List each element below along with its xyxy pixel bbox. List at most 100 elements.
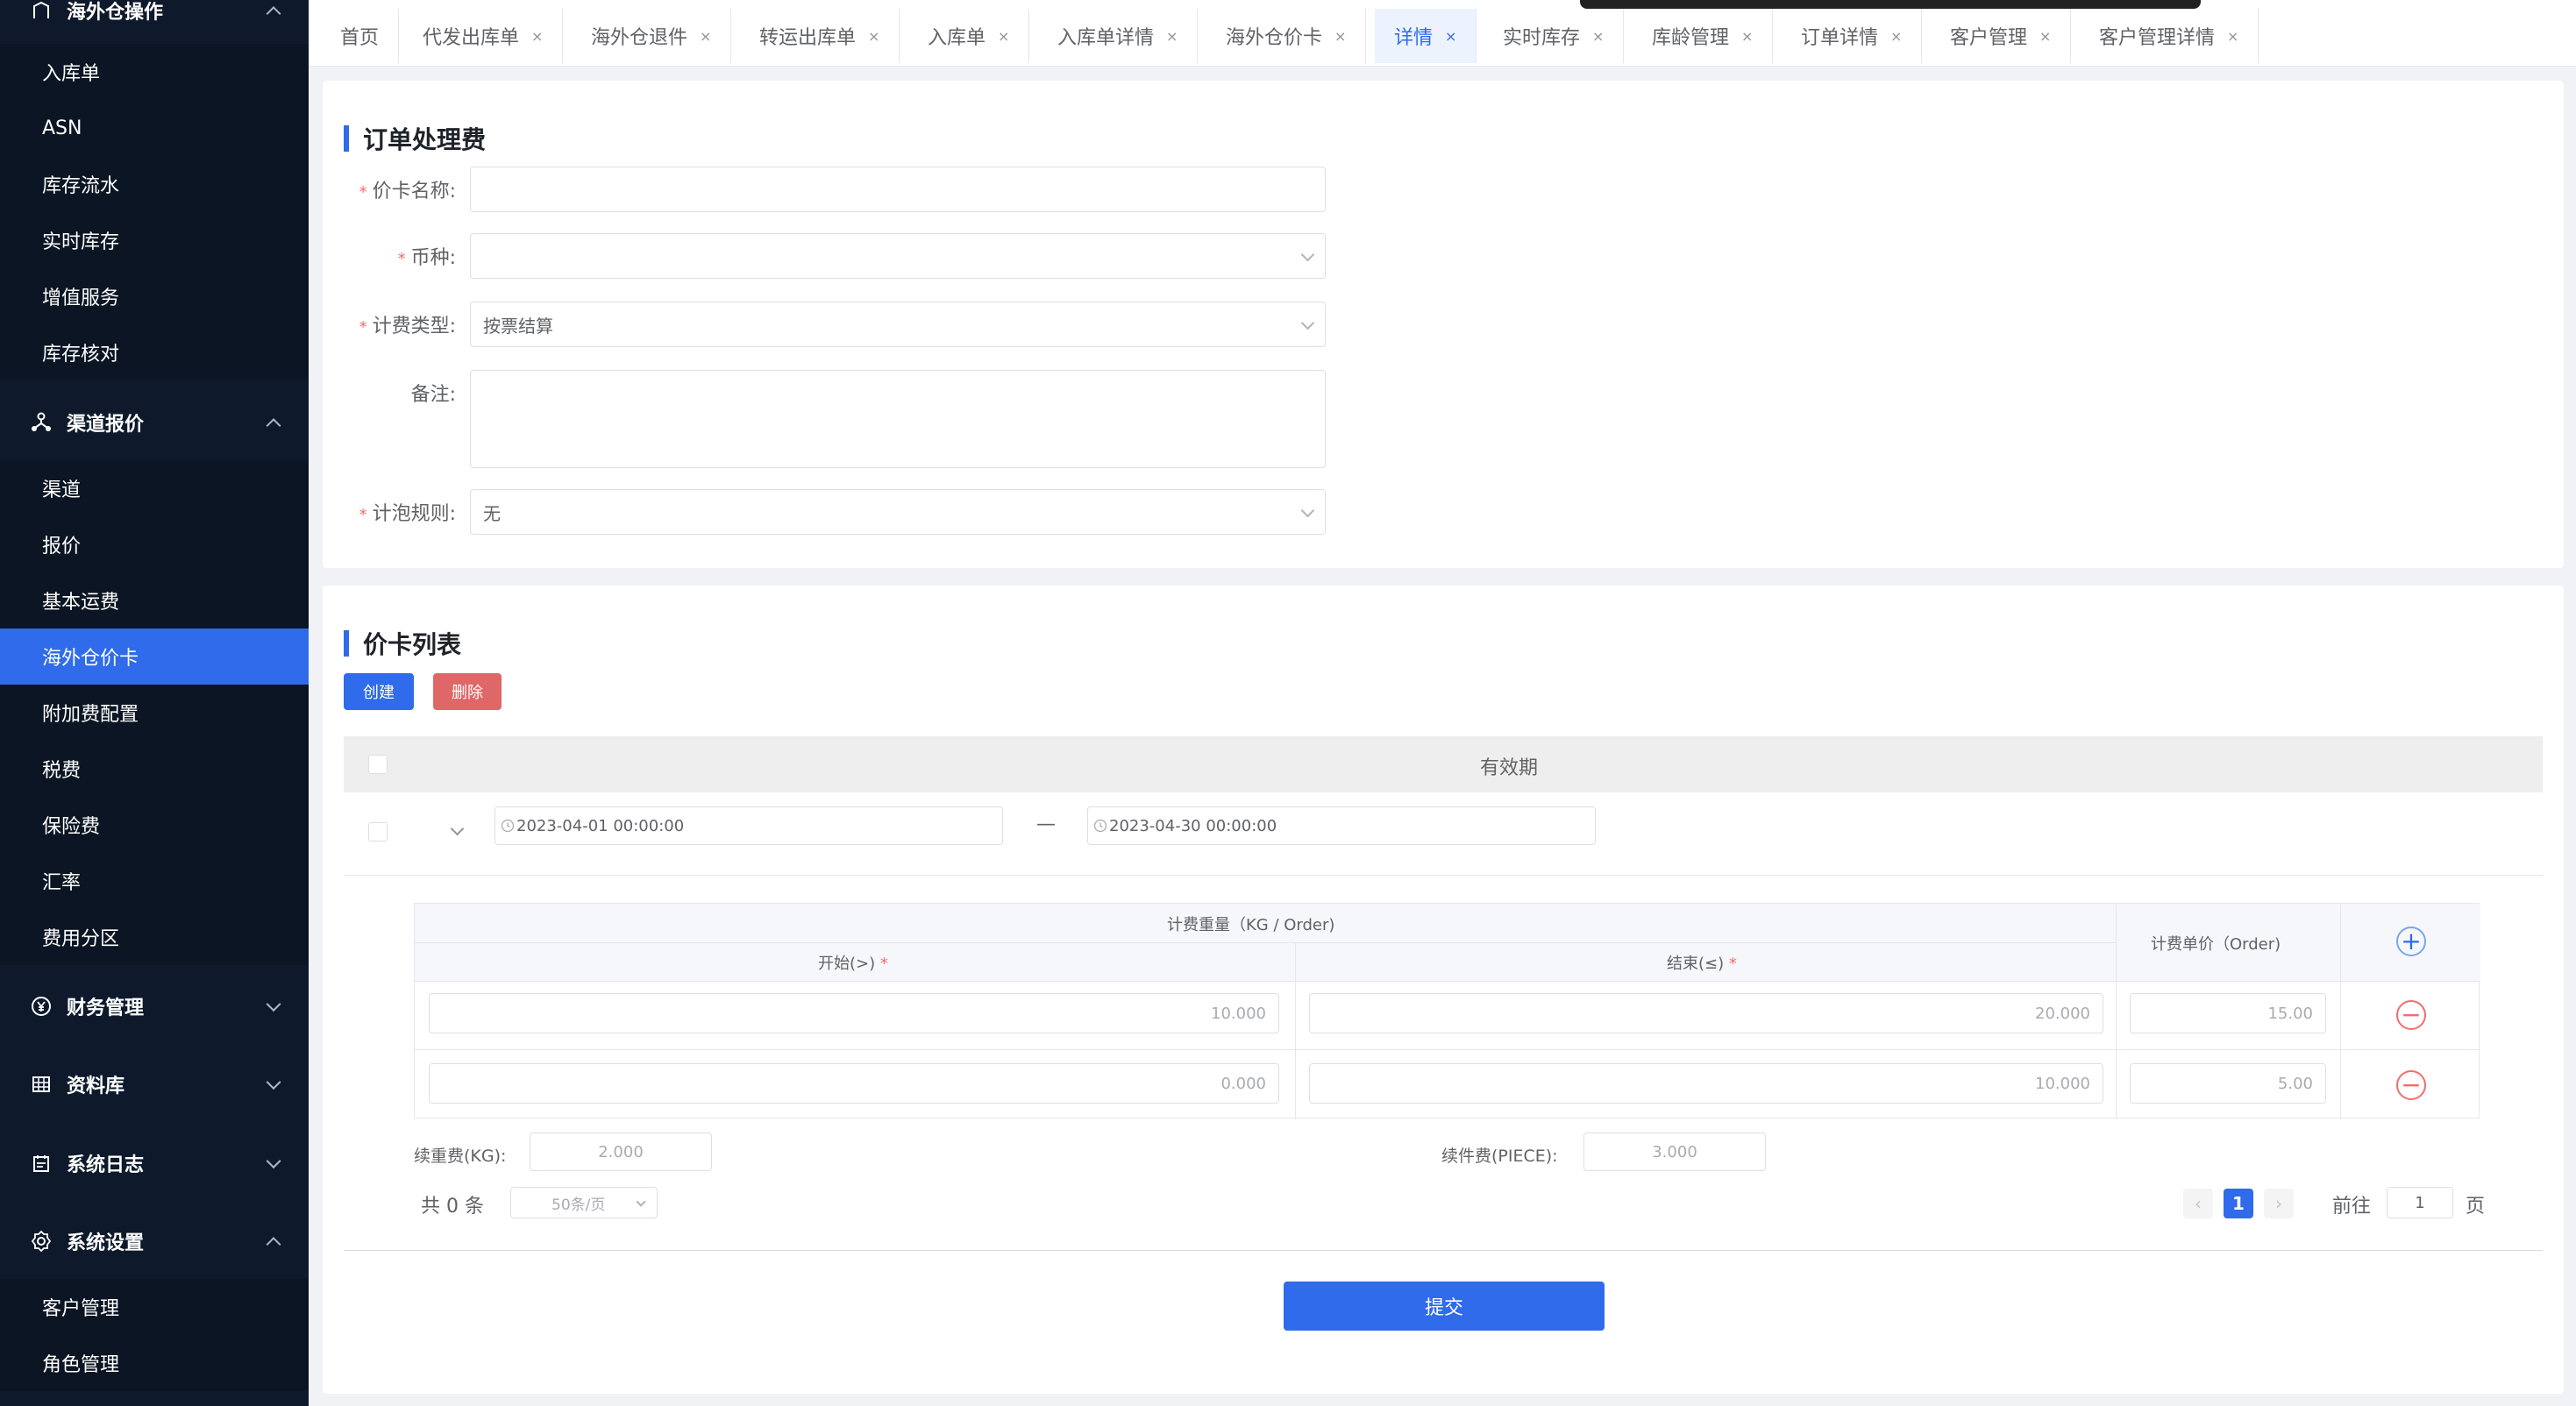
sidebar-item-stock-check[interactable]: 库存核对 [0,324,309,380]
bubble-rule-select[interactable]: 无 [470,489,1326,535]
tab-customer-detail[interactable]: 客户管理详情 × [2080,9,2259,63]
gear-icon [28,1228,54,1254]
tab-customer-mgmt[interactable]: 客户管理 × [1931,9,2072,63]
close-icon[interactable]: × [1166,28,1178,45]
close-icon[interactable]: × [1334,28,1346,45]
close-icon[interactable]: × [531,28,543,45]
menu-group-settings[interactable]: 系统设置 [0,1206,309,1276]
close-icon[interactable]: × [868,28,879,45]
sidebar-item-fee-zone[interactable]: 费用分区 [0,909,309,965]
sidebar-item-quote[interactable]: 报价 [0,516,309,572]
continue-weight-input[interactable]: 2.000 [530,1133,712,1171]
menu-group-overseas-ops[interactable]: 海外仓操作 [0,0,309,46]
network-icon [28,409,54,436]
close-icon[interactable]: × [1445,28,1456,45]
row-checkbox[interactable] [368,822,388,841]
sidebar-item-inbound[interactable]: 入库单 [0,44,309,100]
grid-icon [28,1071,54,1097]
chevron-down-icon [1300,247,1315,262]
overlay-shadow [1580,0,2201,9]
sidebar-item-asn[interactable]: ASN [0,100,309,156]
chevron-down-icon [266,1075,281,1090]
unit-price-input[interactable]: 15.00 [2130,993,2326,1033]
sidebar-item-realtime-stock[interactable]: 实时库存 [0,212,309,268]
sidebar-item-stock-flow[interactable]: 库存流水 [0,156,309,212]
table-header: 有效期 [344,736,2543,792]
unit-price-input[interactable]: 5.00 [2130,1063,2326,1104]
prev-page-button[interactable]: ‹ [2183,1189,2213,1218]
range-start-input[interactable]: 10.000 [429,993,1279,1033]
tab-stock-age[interactable]: 库龄管理 × [1633,9,1774,63]
page-number-button[interactable]: 1 [2224,1189,2253,1218]
remove-row-icon[interactable]: − [2396,1000,2426,1030]
tab-dropship-outbound[interactable]: 代发出库单 × [403,9,564,63]
sidebar-item-value-added[interactable]: 增值服务 [0,268,309,324]
close-icon[interactable]: × [700,28,711,45]
sidebar-item-base-freight[interactable]: 基本运费 [0,572,309,628]
sidebar-item-exchange-rate[interactable]: 汇率 [0,853,309,909]
tab-detail[interactable]: 详情 × [1375,9,1477,63]
menu-group-channel-quote[interactable]: 渠道报价 [0,387,309,458]
end-date-input[interactable]: 2023-04-30 00:00:00 [1087,806,1596,845]
sidebar-item-channel[interactable]: 渠道 [0,460,309,516]
billing-type-label: * 计费类型: [359,316,456,337]
chevron-down-icon [266,997,281,1012]
range-start-input[interactable]: 0.000 [429,1063,1279,1104]
menu-group-label: 资料库 [67,1076,125,1097]
add-row-icon[interactable]: + [2396,927,2426,956]
sidebar-item-customer-mgmt[interactable]: 客户管理 [0,1279,309,1335]
chevron-up-icon [266,6,281,22]
next-page-button[interactable]: › [2264,1189,2294,1218]
close-icon[interactable]: × [2227,28,2238,45]
goto-page-input[interactable]: 1 [2387,1187,2453,1218]
tab-bar: 首页 代发出库单 × 海外仓退件 × 转运出库单 × 入库单 × 入库单详情 × 海外仓价… [309,0,2576,67]
total-count: 共 0 条 [421,1196,484,1218]
close-icon[interactable]: × [1592,28,1604,45]
range-end-input[interactable]: 20.000 [1309,993,2103,1033]
bubble-rule-label: * 计泡规则: [359,503,456,525]
menu-group-finance[interactable]: 财务管理 [0,971,309,1041]
tab-home[interactable]: 首页 [321,9,400,63]
log-icon [28,1150,54,1176]
tab-overseas-price-card[interactable]: 海外仓价卡 × [1206,9,1367,63]
close-icon[interactable]: × [1890,28,1902,45]
remark-textarea[interactable] [470,370,1326,468]
start-date-input[interactable]: 2023-04-01 00:00:00 [495,806,1003,845]
chevron-down-icon [1300,503,1315,518]
unit-price-header: 计费单价（Order) [2151,935,2281,954]
validity-header: 有效期 [1480,757,1539,779]
create-button[interactable]: 创建 [344,673,414,710]
menu-group-syslog[interactable]: 系统日志 [0,1128,309,1198]
sidebar-item-tax[interactable]: 税费 [0,741,309,797]
page-size-select[interactable]: 50条/页 [510,1187,658,1218]
tab-order-detail[interactable]: 订单详情 × [1782,9,1923,63]
goto-label: 前往 [2332,1196,2372,1218]
billing-type-select[interactable]: 按票结算 [470,302,1326,347]
menu-group-label: 系统日志 [67,1154,145,1176]
menu-group-label: 渠道报价 [67,414,145,436]
menu-group-library[interactable]: 资料库 [0,1049,309,1119]
expand-icon[interactable] [450,821,465,836]
delete-button[interactable]: 删除 [433,673,502,710]
close-icon[interactable]: × [998,28,1009,45]
tab-transfer-outbound[interactable]: 转运出库单 × [740,9,900,63]
order-fee-form-panel: 订单处理费 * 价卡名称: * 币种: * 计费类型: 按票结算 备注: * 计泡规则:… [323,81,2564,568]
continue-piece-input[interactable]: 3.000 [1583,1133,1766,1171]
close-icon[interactable]: × [2039,28,2051,45]
range-end-input[interactable]: 10.000 [1309,1063,2103,1104]
tab-realtime-stock[interactable]: 实时库存 × [1484,9,1625,63]
tab-overseas-return[interactable]: 海外仓退件 × [572,9,732,63]
sidebar-item-role-mgmt[interactable]: 角色管理 [0,1335,309,1391]
remove-row-icon[interactable]: − [2396,1070,2426,1100]
currency-select[interactable] [470,233,1326,279]
submit-button[interactable]: 提交 [1284,1282,1605,1331]
sidebar-item-overseas-price-card[interactable]: 海外仓价卡 [0,628,309,685]
tab-inbound-detail[interactable]: 入库单详情 × [1038,9,1199,63]
chevron-up-icon [266,418,281,434]
select-all-checkbox[interactable] [368,755,388,774]
close-icon[interactable]: × [1741,28,1753,45]
sidebar-item-insurance[interactable]: 保险费 [0,797,309,853]
tab-inbound[interactable]: 入库单 × [908,9,1030,63]
sidebar-item-surcharge[interactable]: 附加费配置 [0,685,309,741]
price-name-input[interactable] [470,167,1326,212]
